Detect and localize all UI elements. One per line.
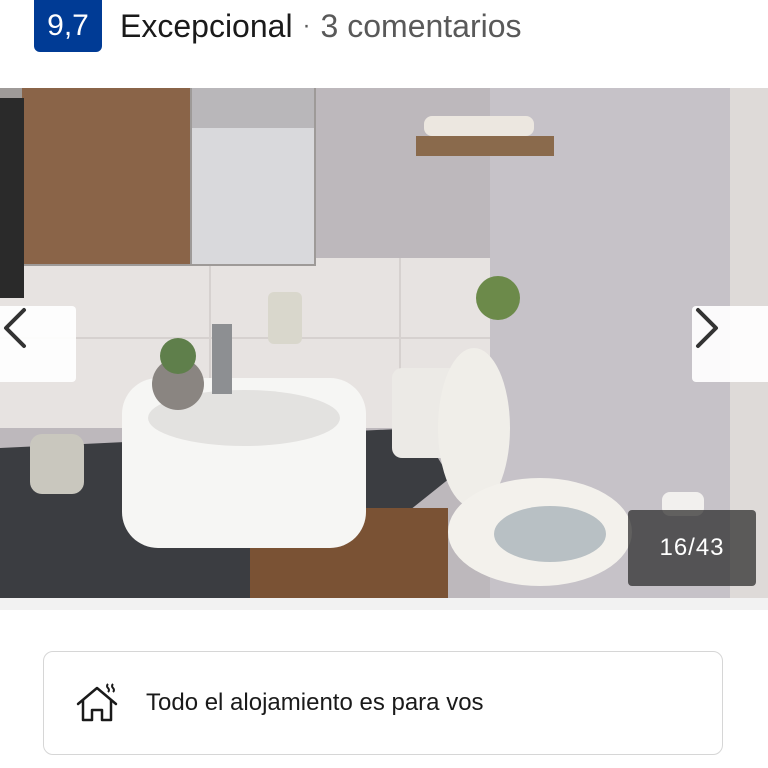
chevron-left-icon <box>4 308 26 348</box>
entire-place-card: Todo el alojamiento es para vos <box>43 651 723 755</box>
section-divider <box>0 598 768 610</box>
rating-label: Excepcional <box>120 7 293 44</box>
previous-photo-button[interactable] <box>0 306 76 382</box>
chevron-right-icon <box>696 308 718 348</box>
next-photo-button[interactable] <box>692 306 768 382</box>
rating-separator: · <box>302 12 311 39</box>
score-badge: 9,7 <box>34 0 102 52</box>
reviews-link[interactable]: 3 comentarios <box>321 8 522 45</box>
rating-row: 9,7 Excepcional · 3 comentarios <box>34 0 522 52</box>
house-icon <box>76 683 118 722</box>
entire-place-text: Todo el alojamiento es para vos <box>146 689 484 716</box>
photo-gallery[interactable]: 16/43 <box>0 88 768 598</box>
photo-counter: 16/43 <box>628 510 756 586</box>
